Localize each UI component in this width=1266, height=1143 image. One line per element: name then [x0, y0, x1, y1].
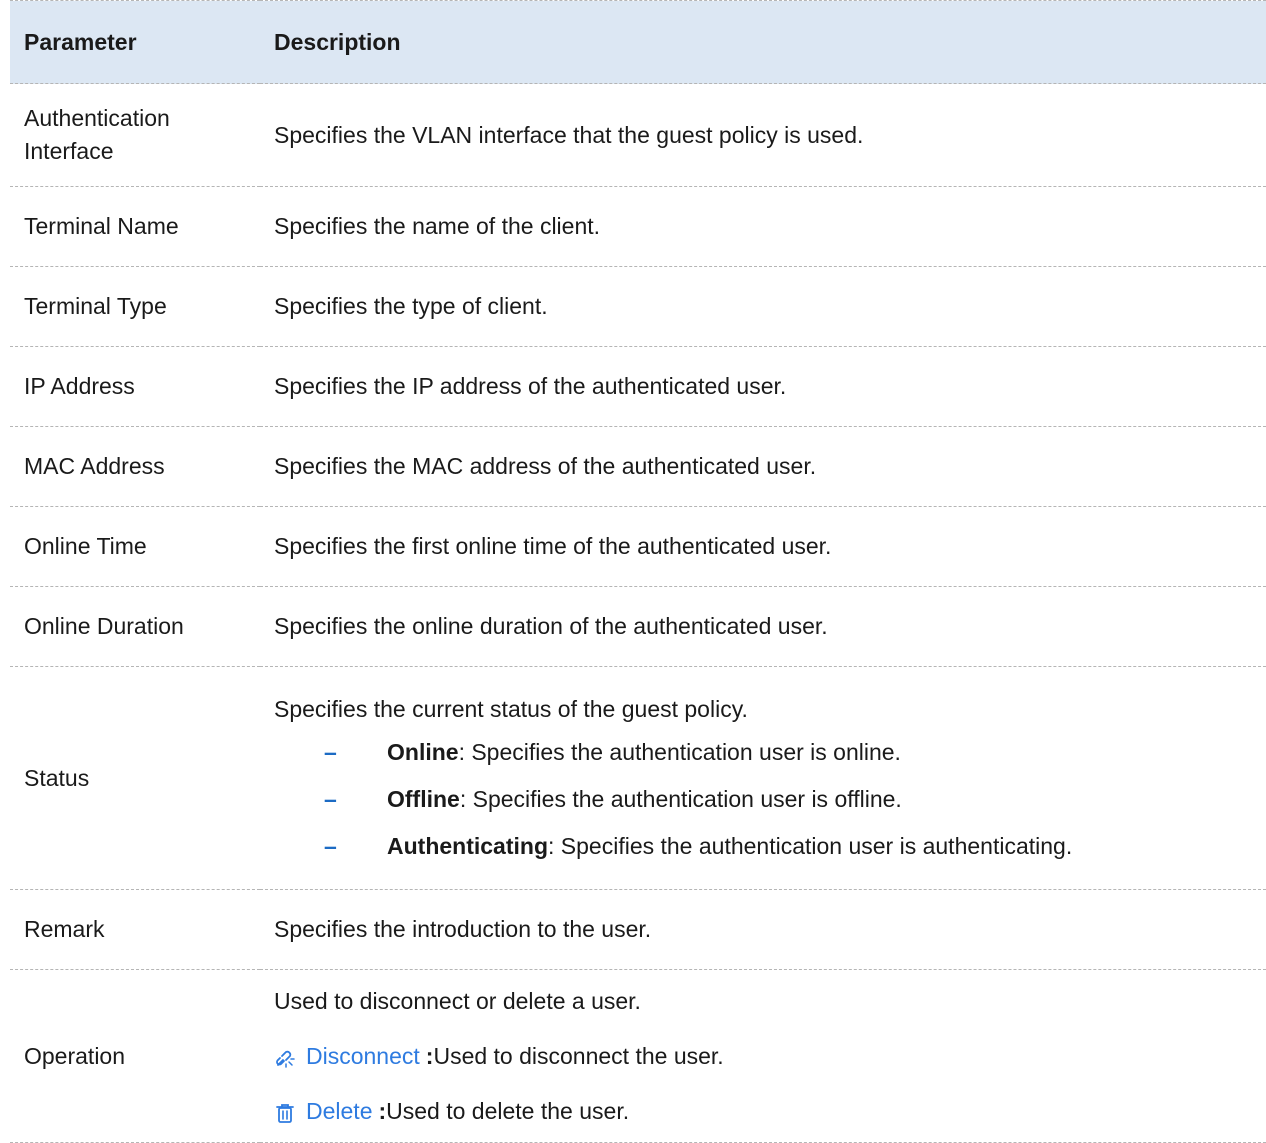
param-name: Remark: [10, 889, 260, 970]
param-description: Specifies the MAC address of the authent…: [260, 426, 1266, 507]
status-term: Authenticating: [387, 833, 548, 859]
trash-icon: [274, 1100, 296, 1123]
table-row: MAC Address Specifies the MAC address of…: [10, 426, 1266, 507]
list-item: – Offline: Specifies the authentication …: [324, 783, 1256, 816]
param-name: Online Duration: [10, 586, 260, 667]
status-text: : Specifies the authentication user is o…: [458, 739, 901, 765]
param-description: Specifies the current status of the gues…: [260, 666, 1266, 890]
dash-bullet: –: [324, 786, 337, 812]
param-name: Online Time: [10, 506, 260, 587]
disconnect-separator: :: [425, 1042, 434, 1069]
dash-bullet: –: [324, 739, 337, 765]
param-name: Terminal Type: [10, 266, 260, 347]
param-description: Specifies the online duration of the aut…: [260, 586, 1266, 667]
param-name: IP Address: [10, 346, 260, 427]
parameter-table: Parameter Description Authentication Int…: [10, 0, 1266, 1143]
header-description: Description: [260, 0, 1266, 84]
status-term: Offline: [387, 786, 460, 812]
status-intro: Specifies the current status of the gues…: [274, 696, 748, 722]
param-name: Terminal Name: [10, 186, 260, 267]
table-row: Remark Specifies the introduction to the…: [10, 889, 1266, 970]
status-text: : Specifies the authentication user is a…: [548, 833, 1073, 859]
param-name: Status: [10, 666, 260, 890]
table-row: IP Address Specifies the IP address of t…: [10, 346, 1266, 427]
table-row: Authentication Interface Specifies the V…: [10, 83, 1266, 187]
param-description: Specifies the IP address of the authenti…: [260, 346, 1266, 427]
table-row: Online Duration Specifies the online dur…: [10, 586, 1266, 667]
param-description: Specifies the name of the client.: [260, 186, 1266, 267]
list-item: – Authenticating: Specifies the authenti…: [324, 830, 1256, 863]
operation-intro: Used to disconnect or delete a user.: [274, 987, 641, 1014]
delete-separator: :: [378, 1097, 387, 1124]
disconnect-button[interactable]: Disconnect: [306, 1040, 420, 1073]
param-description: Specifies the VLAN interface that the gu…: [260, 83, 1266, 187]
param-description: Used to disconnect or delete a user. Dis…: [260, 969, 1266, 1143]
delete-line: Delete: Used to delete the user.: [274, 1095, 1256, 1128]
disconnect-line: Disconnect : Used to disconnect the user…: [274, 1040, 1256, 1073]
table-row-operation: Operation Used to disconnect or delete a…: [10, 969, 1266, 1143]
status-list: – Online: Specifies the authentication u…: [274, 736, 1256, 863]
delete-button[interactable]: Delete: [306, 1095, 372, 1128]
param-description: Specifies the first online time of the a…: [260, 506, 1266, 587]
table-row: Online Time Specifies the first online t…: [10, 506, 1266, 587]
table-row: Terminal Name Specifies the name of the …: [10, 186, 1266, 267]
list-item: – Online: Specifies the authentication u…: [324, 736, 1256, 769]
status-text: : Specifies the authentication user is o…: [459, 786, 902, 812]
dash-bullet: –: [324, 833, 337, 859]
param-name: MAC Address: [10, 426, 260, 507]
header-row: Parameter Description: [10, 0, 1266, 84]
param-name: Operation: [10, 969, 260, 1143]
param-description: Specifies the type of client.: [260, 266, 1266, 347]
param-name: Authentication Interface: [10, 83, 260, 187]
table-row: Terminal Type Specifies the type of clie…: [10, 266, 1266, 347]
disconnect-text: Used to disconnect the user.: [433, 1042, 724, 1069]
unlink-icon: [274, 1045, 296, 1068]
table-row-status: Status Specifies the current status of t…: [10, 666, 1266, 890]
delete-text: Used to delete the user.: [386, 1097, 630, 1124]
header-parameter: Parameter: [10, 0, 260, 84]
param-description: Specifies the introduction to the user.: [260, 889, 1266, 970]
status-term: Online: [387, 739, 459, 765]
